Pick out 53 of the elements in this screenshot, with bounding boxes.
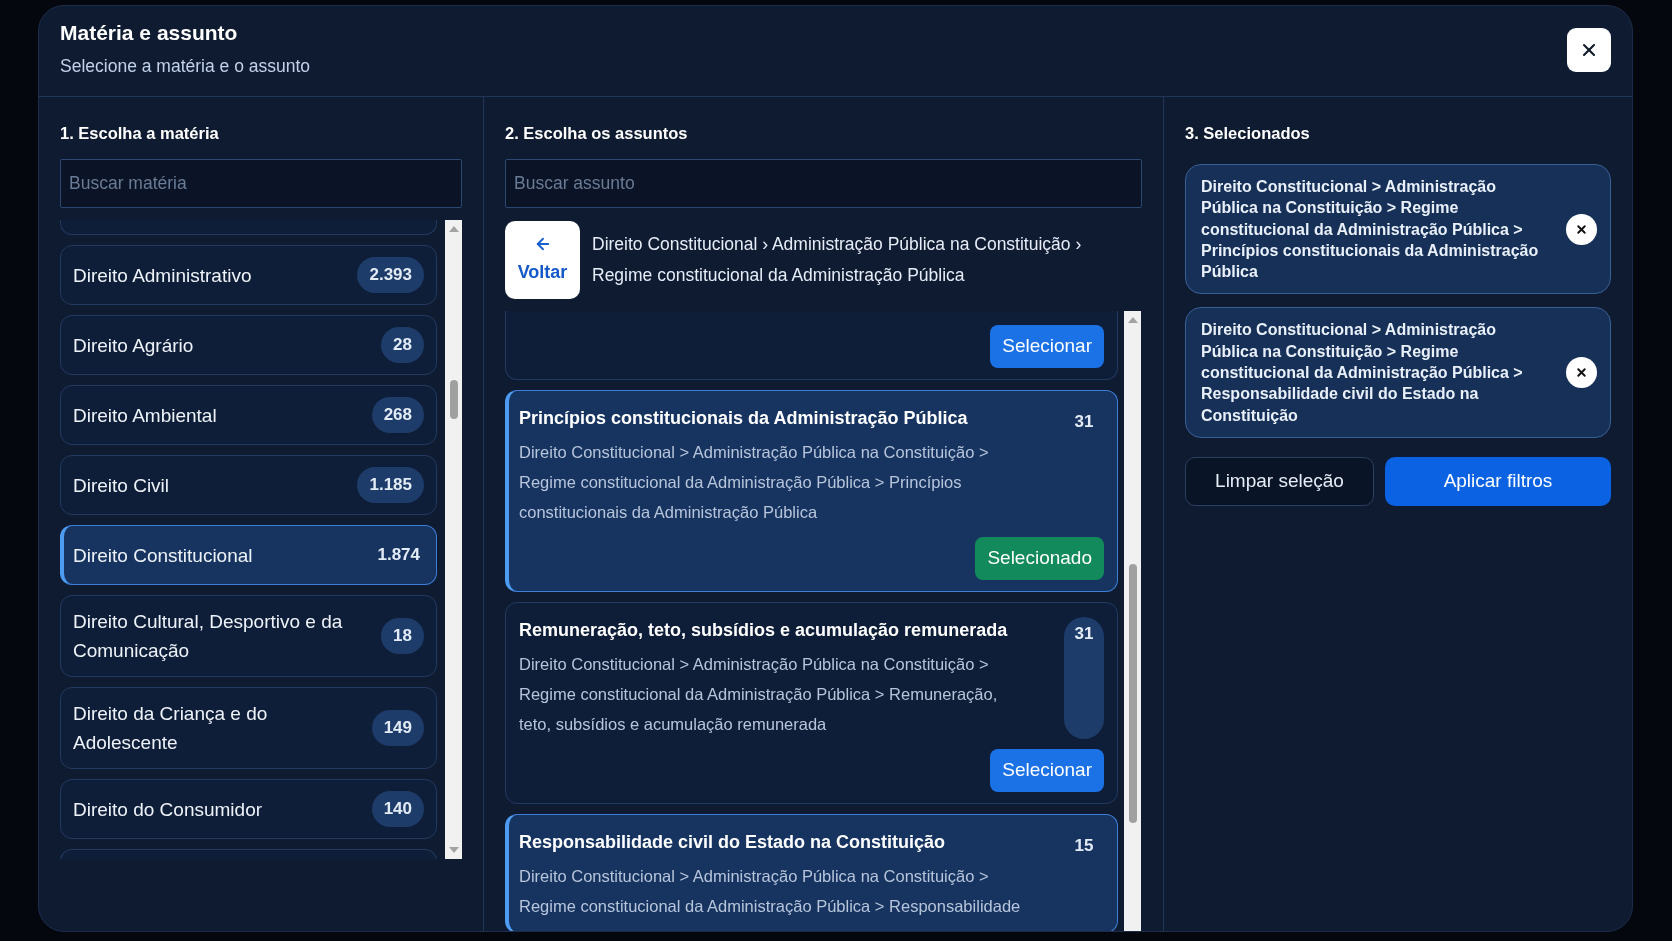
close-icon [1575,222,1588,236]
remove-button[interactable] [1566,213,1597,245]
section-heading: 3. Selecionados [1185,123,1311,144]
subject-item[interactable]: Direito da Criança e do Adolescente 149 [60,687,437,769]
topic-title: Responsabilidade civil do Estado na Constituição [519,831,947,854]
item-count: 1.874 [376,544,421,567]
chip-text: Direito Constitucional > Administração Pública na Constituição > Regime constitucional da Administração Pública > Responsabilidade civil do Estado na Constituição [1201,320,1524,426]
clear-button[interactable]: Limpar seleção [1185,456,1374,506]
count-badge: 28 [381,327,424,363]
topic-path: Direito Constitucional > Administração Pública na Constituição > Regime constitucional da Administração Pública > Remuneração, teto, subsídios e acumulação remunerada [519,654,999,735]
subject-item[interactable]: Direito Constitucional 1.874 [60,525,437,585]
select-button[interactable]: Selecionar [990,325,1104,368]
section-heading: 2. Escolha os assuntos [505,123,689,144]
breadcrumb: Direito Constitucional › Administração Pública na Constituição › Regime constitucional da Administração Pública [592,233,1083,287]
chip-text: Direito Constitucional > Administração Pública na Constituição > Regime constitucional da Administração Pública > Princípios constitucionais da Administração Pública [1201,177,1540,283]
subject-item[interactable]: Direito Agrário 28 [60,315,437,375]
search-field[interactable]: Buscar matéria [60,159,462,208]
topic-count: 15 [1073,835,1095,857]
subject-item[interactable]: Direito do Consumidor 140 [60,779,437,839]
scrollbar-thumb[interactable] [449,380,458,419]
back-button[interactable]: Voltar [505,221,580,299]
dialog-subtitle: Selecione a matéria e o assunto [60,55,311,78]
subject-item[interactable]: Direito Ambiental 268 [60,385,437,445]
remove-button[interactable] [1566,357,1597,389]
count-badge: 268 [371,397,424,433]
topic-path: Direito Constitucional > Administração Pública na Constituição > Regime constitucional da Administração Pública > Responsabilidade [519,866,1021,917]
select-button[interactable]: Selecionado [975,537,1104,580]
count-badge: 31 [1064,617,1104,739]
count-badge: 149 [371,710,424,746]
count-badge: 140 [371,791,424,827]
topic-title: Remuneração, teto, subsídios e acumulação remunerada [519,619,1009,642]
subject-item[interactable]: Direito Cultural, Desportivo e da Comunicação 18 [60,595,437,677]
subject-item[interactable]: Direito Civil 1.185 [60,455,437,515]
section-heading: 1. Escolha a matéria [60,123,220,144]
scrollbar[interactable] [445,220,462,859]
scrollbar[interactable] [1124,311,1141,931]
count-badge: 18 [381,618,424,654]
scroll-up-arrow-icon[interactable] [1127,317,1138,323]
search-field[interactable]: Buscar assunto [505,159,1142,208]
select-button[interactable]: Selecionar [990,749,1104,792]
count-badge: 2.393 [357,257,424,293]
close-button[interactable] [1567,28,1611,72]
topic-count: 31 [1073,411,1095,433]
close-icon [1575,366,1588,380]
dialog-title: Matéria e assunto [60,20,239,46]
apply-button[interactable]: Aplicar filtros [1385,456,1611,506]
topic-title: Princípios constitucionais da Administração Pública [519,407,969,430]
subject-item[interactable]: Direito Administrativo 2.393 [60,245,437,305]
scroll-up-arrow-icon[interactable] [448,226,459,232]
scrollbar-thumb[interactable] [1128,564,1137,823]
topic-path: Direito Constitucional > Administração Pública na Constituição > Regime constitucional da Administração Pública > Princípios constitucionais da Administração Pública [519,442,990,523]
count-badge: 1.185 [357,467,424,503]
scroll-down-arrow-icon[interactable] [448,847,459,853]
